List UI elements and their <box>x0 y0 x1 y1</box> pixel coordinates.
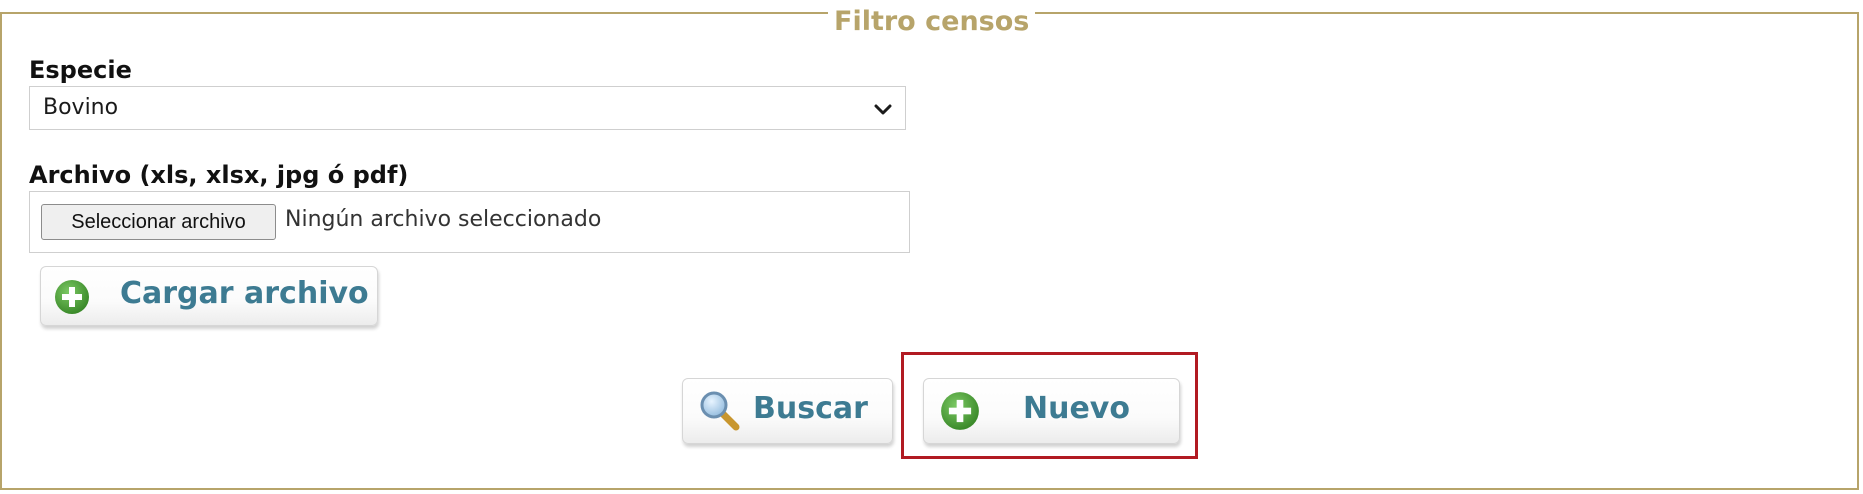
species-select[interactable]: Bovino <box>29 86 906 130</box>
highlight-box <box>901 352 1198 459</box>
upload-file-button[interactable]: Cargar archivo <box>40 266 378 326</box>
fieldset-legend: Filtro censos <box>828 8 1036 40</box>
chevron-down-icon <box>874 104 892 115</box>
file-input[interactable]: Seleccionar archivo Ningún archivo selec… <box>29 191 910 253</box>
choose-file-button[interactable]: Seleccionar archivo <box>41 204 276 240</box>
plus-circle-icon <box>55 280 89 314</box>
file-label: Archivo (xls, xlsx, jpg ó pdf) <box>29 161 409 189</box>
search-button[interactable]: Buscar <box>682 378 893 444</box>
upload-file-label: Cargar archivo <box>120 276 369 311</box>
search-button-label: Buscar <box>753 391 868 426</box>
search-icon <box>700 391 740 431</box>
species-selected-value: Bovino <box>43 95 119 120</box>
file-status-text: Ningún archivo seleccionado <box>285 207 602 232</box>
species-label: Especie <box>29 56 132 84</box>
